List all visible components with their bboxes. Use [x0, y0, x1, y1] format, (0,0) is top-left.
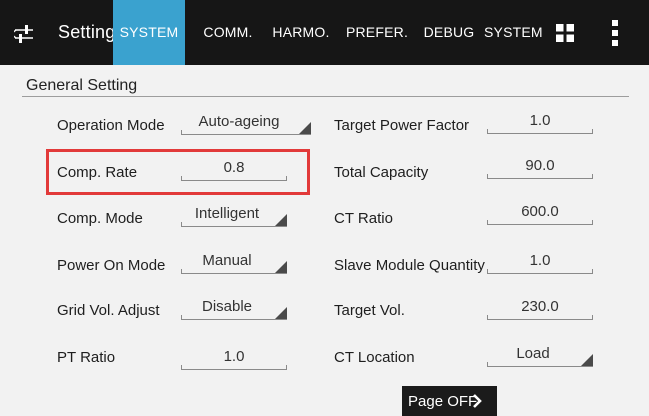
target-vol-label: Target Vol.: [334, 302, 405, 319]
back-arrow-icon: [14, 29, 17, 39]
pt-ratio-label: PT Ratio: [57, 349, 116, 366]
page-title: Setting: [58, 22, 116, 42]
total-capacity-input[interactable]: 90.0: [487, 157, 593, 179]
highlight-box: [46, 149, 310, 195]
operation-mode-dropdown[interactable]: Auto-ageing: [181, 113, 311, 135]
dropdown-arrow-icon: [275, 307, 287, 319]
dropdown-arrow-icon: [581, 354, 593, 366]
target-power-factor-input[interactable]: 1.0: [487, 112, 593, 134]
tab-comm[interactable]: COMM.: [192, 0, 264, 65]
dropdown-arrow-icon: [275, 261, 287, 273]
grid-vol-adjust-dropdown[interactable]: Disable: [181, 298, 287, 320]
dropdown-arrow-icon: [275, 214, 287, 226]
tab-system[interactable]: SYSTEM: [113, 0, 185, 65]
tab-system-2[interactable]: SYSTEM: [484, 0, 543, 65]
tab-prefer[interactable]: PREFER.: [344, 0, 410, 65]
ct-location-dropdown[interactable]: Load: [487, 345, 593, 367]
power-on-mode-label: Power On Mode: [57, 257, 166, 274]
page-off-button[interactable]: Page OFF: [402, 386, 497, 416]
chevron-right-icon: [473, 394, 482, 408]
ct-ratio-label: CT Ratio: [334, 210, 393, 227]
tab-debug[interactable]: DEBUG: [421, 0, 477, 65]
target-vol-input[interactable]: 230.0: [487, 298, 593, 320]
slave-module-quantity-label: Slave Module Quantity: [334, 257, 485, 274]
ct-location-label: CT Location: [334, 349, 415, 366]
grid-icon[interactable]: [556, 24, 574, 42]
ct-ratio-input[interactable]: 600.0: [487, 203, 593, 225]
tab-harmo[interactable]: HARMO.: [269, 0, 333, 65]
settings-sliders-icon[interactable]: [14, 23, 34, 45]
section-divider: [22, 96, 629, 97]
more-vert-icon[interactable]: [610, 18, 620, 48]
top-bar: Setting SYSTEM COMM. HARMO. PREFER. DEBU…: [0, 0, 649, 65]
comp-mode-dropdown[interactable]: Intelligent: [181, 205, 287, 227]
operation-mode-label: Operation Mode: [57, 117, 165, 134]
power-on-mode-dropdown[interactable]: Manual: [181, 252, 287, 274]
grid-vol-adjust-label: Grid Vol. Adjust: [57, 302, 160, 319]
total-capacity-label: Total Capacity: [334, 164, 429, 181]
section-title: General Setting: [26, 77, 138, 94]
comp-mode-label: Comp. Mode: [57, 210, 143, 227]
target-power-factor-label: Target Power Factor: [334, 117, 470, 134]
dropdown-arrow-icon: [299, 122, 311, 134]
pt-ratio-input[interactable]: 1.0: [181, 348, 287, 370]
slave-module-quantity-input[interactable]: 1.0: [487, 252, 593, 274]
